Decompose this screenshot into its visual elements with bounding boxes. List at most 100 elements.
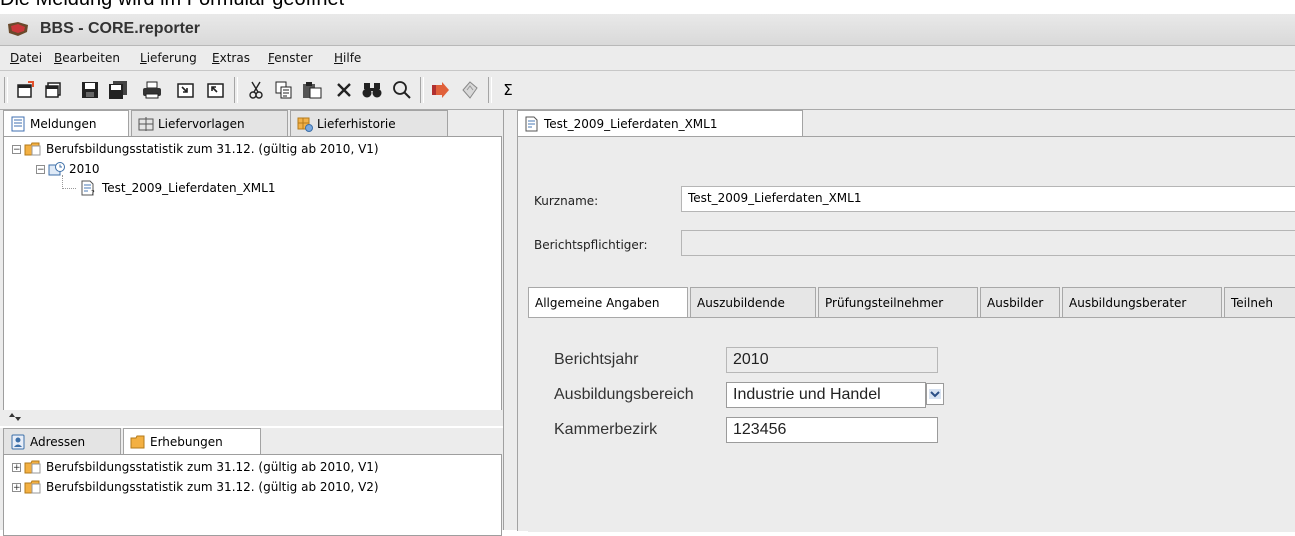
menu-extras[interactable]: Extras — [212, 51, 250, 65]
tree-node-survey[interactable]: + Berufsbildungsstatistik zum 31.12. (gü… — [12, 479, 379, 495]
subtab-teilnehmer[interactable]: Teilneh — [1224, 287, 1295, 317]
collapse-icon[interactable]: − — [12, 144, 21, 154]
splitter-arrows-icon[interactable] — [8, 413, 22, 421]
save-all-icon[interactable] — [106, 79, 130, 101]
tab-editor-document[interactable]: Test_2009_Lieferdaten_XML1 — [517, 110, 803, 137]
new-multi-icon[interactable] — [42, 79, 66, 101]
berichtsjahr-label: Berichtsjahr — [554, 351, 639, 368]
delete-icon[interactable] — [332, 79, 356, 101]
report-document-icon — [525, 116, 538, 132]
dropdown-button[interactable] — [926, 383, 944, 405]
menu-hilfe[interactable]: Hilfe — [334, 51, 361, 65]
history-icon — [297, 117, 313, 132]
tree-connector — [62, 175, 64, 189]
tree-node-label: 2010 — [69, 162, 100, 176]
subtab-ausbildungsberater[interactable]: Ausbildungsberater — [1062, 287, 1222, 317]
import-icon[interactable] — [174, 79, 198, 101]
tree-node-year[interactable]: − 2010 — [36, 161, 100, 177]
tab-label: Lieferhistorie — [317, 116, 396, 131]
tab-meldungen[interactable]: Meldungen — [3, 110, 129, 137]
allgemeine-angaben-form: Berichtsjahr 2010 Ausbildungsbereich Ind… — [528, 317, 1295, 532]
subtab-ausbilder[interactable]: Ausbilder — [980, 287, 1060, 317]
editor-panel: Test_2009_Lieferdaten_XML1 Kurzname: Tes… — [513, 110, 1295, 532]
menu-lieferung[interactable]: Lieferung — [140, 51, 197, 65]
tree-node-survey[interactable]: + Berufsbildungsstatistik zum 31.12. (gü… — [12, 459, 379, 475]
tab-adressen[interactable]: Adressen — [3, 428, 121, 454]
print-icon[interactable] — [140, 79, 164, 101]
menu-bearbeiten[interactable]: Bearbeiten — [54, 51, 120, 65]
ausbildungsbereich-select[interactable]: Industrie und Handel — [726, 382, 926, 408]
tree-connector — [62, 188, 76, 190]
toolbar-separator — [420, 77, 424, 103]
kammerbezirk-label: Kammerbezirk — [554, 421, 658, 438]
report-document-icon: ? — [81, 180, 95, 196]
tab-lieferhistorie[interactable]: Lieferhistorie — [290, 110, 448, 136]
toolbar-separator — [4, 77, 8, 103]
kurzname-label: Kurzname: — [534, 194, 599, 208]
meldungen-tree: − Berufsbildungsstatistik zum 31.12. (gü… — [3, 136, 502, 411]
tree-node-root[interactable]: − Berufsbildungsstatistik zum 31.12. (gü… — [12, 141, 379, 157]
tab-liefervorlagen[interactable]: Liefervorlagen — [131, 110, 288, 136]
subtab-area: Allgemeine Angaben Auszubildende Prüfung… — [528, 287, 1295, 532]
kurzname-field[interactable]: Test_2009_Lieferdaten_XML1 — [681, 186, 1295, 212]
subtab-pruefungsteilnehmer[interactable]: Prüfungsteilnehmer — [818, 287, 978, 317]
app-logo-icon — [8, 22, 28, 36]
svg-text:?: ? — [91, 189, 95, 196]
template-grid-icon — [138, 116, 154, 131]
tree-node-leaf[interactable]: ? Test_2009_Lieferdaten_XML1 — [80, 180, 275, 196]
tree-node-label: Berufsbildungsstatistik zum 31.12. (gült… — [46, 142, 379, 156]
save-icon[interactable] — [78, 79, 102, 101]
folder-icon — [130, 435, 145, 449]
expand-icon[interactable]: + — [12, 462, 21, 472]
chevron-down-icon — [929, 389, 941, 399]
collapse-icon[interactable]: − — [36, 164, 45, 174]
search-icon[interactable] — [390, 79, 414, 101]
sum-button[interactable]: Σ — [496, 79, 520, 101]
erhebungen-tree: + Berufsbildungsstatistik zum 31.12. (gü… — [3, 454, 502, 536]
berichtspflichtiger-field — [681, 230, 1295, 256]
toolbar-separator — [234, 77, 238, 103]
tab-label: Erhebungen — [150, 435, 223, 449]
tab-label: Test_2009_Lieferdaten_XML1 — [544, 117, 718, 131]
menu-fenster[interactable]: Fenster — [268, 51, 313, 65]
subtab-auszubildende[interactable]: Auszubildende — [690, 287, 816, 317]
caption-label: Die Meldung wird im Formular geöffnet — [0, 0, 344, 11]
tree-node-label: Berufsbildungsstatistik zum 31.12. (gült… — [46, 480, 379, 494]
address-book-icon — [11, 434, 25, 449]
expand-icon[interactable]: + — [12, 482, 21, 492]
menu-datei[interactable]: Datei — [10, 51, 42, 65]
left-bottom-panel: Adressen Erhebungen + Berufsbildungsstat… — [0, 428, 503, 536]
berichtsjahr-field: 2010 — [726, 347, 938, 373]
kammerbezirk-field[interactable]: 123456 — [726, 417, 938, 443]
tree-node-label: Berufsbildungsstatistik zum 31.12. (gült… — [46, 460, 379, 474]
berichtspflichtiger-label: Berichtspflichtiger: — [534, 238, 648, 252]
cut-icon[interactable] — [244, 79, 268, 101]
folder-icon — [24, 142, 41, 156]
new-report-icon[interactable] — [14, 79, 38, 101]
tab-label: Adressen — [30, 434, 86, 449]
editor-content: Kurzname: Test_2009_Lieferdaten_XML1 Ber… — [517, 136, 1295, 532]
validate-icon[interactable] — [458, 79, 482, 101]
tab-erhebungen[interactable]: Erhebungen — [123, 428, 261, 455]
binoculars-icon[interactable] — [360, 79, 384, 101]
window-title: BBS - CORE.reporter — [40, 20, 201, 37]
window-titlebar: BBS - CORE.reporter — [0, 14, 1295, 46]
send-icon[interactable] — [428, 79, 452, 101]
tab-label: Meldungen — [30, 117, 97, 131]
left-top-panel: Meldungen Liefervorlagen Lieferhistorie … — [0, 110, 503, 411]
paste-icon[interactable] — [300, 79, 324, 101]
export-icon[interactable] — [204, 79, 228, 101]
copy-icon[interactable] — [272, 79, 296, 101]
subtab-allgemeine-angaben[interactable]: Allgemeine Angaben — [528, 287, 688, 318]
folder-icon — [24, 480, 41, 494]
tab-label: Liefervorlagen — [158, 116, 245, 131]
caption-text: Die Meldung wird im Formular geöffnet — [0, 0, 1295, 14]
tree-node-label: Test_2009_Lieferdaten_XML1 — [102, 181, 276, 195]
toolbar-separator — [488, 77, 492, 103]
horizontal-splitter[interactable] — [0, 410, 503, 426]
folder-icon — [24, 460, 41, 474]
document-list-icon — [11, 116, 25, 132]
menu-bar: Datei Bearbeiten Lieferung Extras Fenste… — [0, 46, 1295, 71]
toolbar: Σ — [0, 71, 1295, 110]
ausbildungsbereich-label: Ausbildungsbereich — [554, 386, 694, 403]
